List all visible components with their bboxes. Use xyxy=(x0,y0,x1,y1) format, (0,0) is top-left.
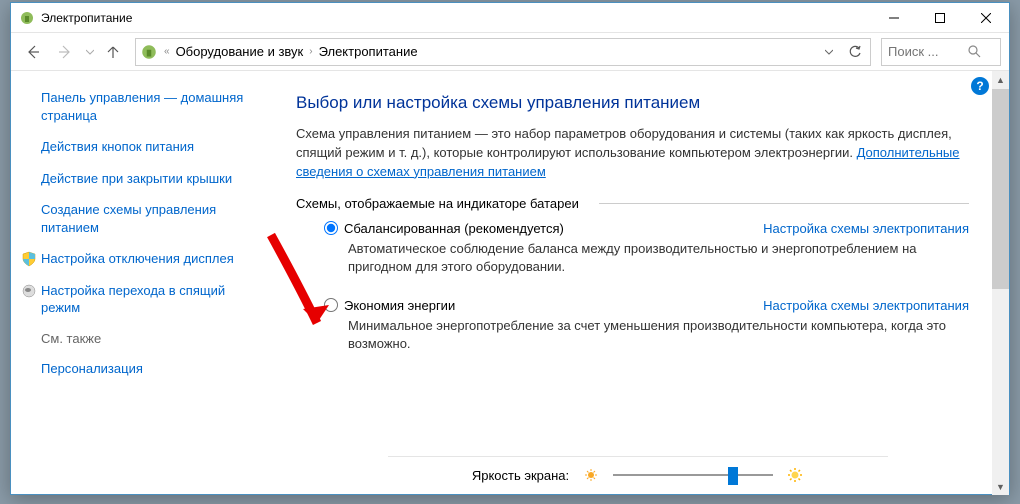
breadcrumb-part[interactable]: Оборудование и звук xyxy=(176,44,304,59)
maximize-button[interactable] xyxy=(917,3,963,33)
sidebar-link-create-plan[interactable]: Создание схемы управления питанием xyxy=(41,201,256,236)
brightness-control: Яркость экрана: xyxy=(388,456,888,485)
page-heading: Выбор или настройка схемы управления пит… xyxy=(296,93,969,113)
plan-description: Автоматическое соблюдение баланса между … xyxy=(324,240,969,276)
minimize-button[interactable] xyxy=(871,3,917,33)
sidebar-link-display-off[interactable]: Настройка отключения дисплея xyxy=(41,250,234,268)
address-icon xyxy=(140,43,158,61)
brightness-slider[interactable] xyxy=(613,465,773,485)
content: Выбор или настройка схемы управления пит… xyxy=(266,71,1009,495)
power-plan-saver: Экономия энергии Настройка схемы электро… xyxy=(296,298,969,353)
search-input[interactable] xyxy=(888,44,968,59)
see-also-label: См. также xyxy=(41,331,256,346)
slider-thumb[interactable] xyxy=(728,467,738,485)
radio-input[interactable] xyxy=(324,221,338,235)
nav-forward-button[interactable] xyxy=(51,38,79,66)
sidebar-link-lid-close[interactable]: Действие при закрытии крышки xyxy=(41,170,256,188)
sun-high-icon xyxy=(787,467,803,483)
slider-track xyxy=(613,474,773,476)
page-description: Схема управления питанием — это набор па… xyxy=(296,125,969,182)
sidebar-link-power-buttons[interactable]: Действия кнопок питания xyxy=(41,138,256,156)
radio-input[interactable] xyxy=(324,298,338,312)
plan-name: Экономия энергии xyxy=(344,298,455,313)
plan-name: Сбалансированная (рекомендуется) xyxy=(344,221,564,236)
sidebar-link-personalization[interactable]: Персонализация xyxy=(41,360,256,378)
search-box[interactable] xyxy=(881,38,1001,66)
sidebar-home-link[interactable]: Панель управления — домашняя страница xyxy=(41,89,256,124)
search-icon xyxy=(968,45,981,58)
navbar: « Оборудование и звук › Электропитание xyxy=(11,33,1009,71)
plan-radio-balanced[interactable]: Сбалансированная (рекомендуется) xyxy=(324,221,564,236)
shield-icon xyxy=(21,251,37,267)
titlebar: Электропитание xyxy=(11,3,1009,33)
nav-up-button[interactable] xyxy=(101,40,125,64)
breadcrumb-part[interactable]: Электропитание xyxy=(319,44,418,59)
sun-low-icon xyxy=(583,467,599,483)
globe-icon xyxy=(21,283,37,299)
window: Электропитание « Оборудование и звук › Э… xyxy=(10,2,1010,495)
sidebar-link-sleep[interactable]: Настройка перехода в спящий режим xyxy=(41,282,256,317)
address-bar[interactable]: « Оборудование и звук › Электропитание xyxy=(135,38,871,66)
power-plan-balanced: Сбалансированная (рекомендуется) Настрой… xyxy=(296,221,969,276)
plan-description: Минимальное энергопотребление за счет ум… xyxy=(324,317,969,353)
nav-back-button[interactable] xyxy=(19,38,47,66)
breadcrumb-sep-icon: › xyxy=(309,46,312,57)
refresh-button[interactable] xyxy=(844,45,866,59)
nav-recent-dropdown[interactable] xyxy=(83,38,97,66)
plans-group-label: Схемы, отображаемые на индикаторе батаре… xyxy=(296,196,969,211)
breadcrumb-sep-icon: « xyxy=(164,46,170,57)
window-title: Электропитание xyxy=(41,11,871,25)
plan-radio-saver[interactable]: Экономия энергии xyxy=(324,298,455,313)
plan-settings-link[interactable]: Настройка схемы электропитания xyxy=(763,298,969,313)
body-area: ? ▲ ▼ Панель управления — домашняя стран… xyxy=(11,71,1009,495)
app-icon xyxy=(19,10,35,26)
plan-settings-link[interactable]: Настройка схемы электропитания xyxy=(763,221,969,236)
brightness-label: Яркость экрана: xyxy=(472,468,569,483)
address-dropdown-icon[interactable] xyxy=(820,44,838,59)
sidebar: Панель управления — домашняя страница Де… xyxy=(11,71,266,495)
close-button[interactable] xyxy=(963,3,1009,33)
